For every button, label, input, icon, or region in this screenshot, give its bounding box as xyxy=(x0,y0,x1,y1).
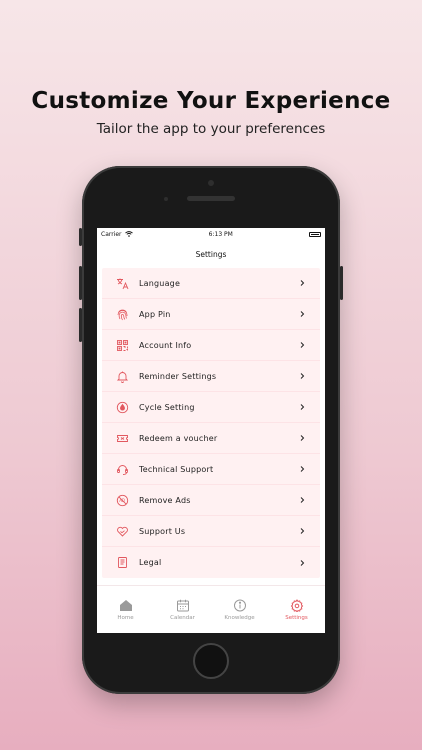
document-icon xyxy=(116,556,129,569)
settings-item-label: Support Us xyxy=(139,526,186,536)
volume-up-button xyxy=(79,266,82,300)
home-icon xyxy=(119,599,132,611)
qr-code-icon xyxy=(116,339,129,352)
headset-icon xyxy=(116,463,129,476)
status-bar: Carrier 6:13 PM xyxy=(97,228,325,240)
heart-hand-icon xyxy=(116,525,129,538)
ticket-icon xyxy=(116,432,129,445)
gear-icon xyxy=(290,598,303,612)
settings-list: Language App Pin Account Info Reminder S… xyxy=(102,268,320,578)
settings-item-label: App Pin xyxy=(139,309,171,319)
power-button xyxy=(340,266,343,300)
chevron-right-icon xyxy=(300,466,305,472)
front-camera xyxy=(208,180,214,186)
proximity-sensor xyxy=(164,197,168,201)
wifi-icon xyxy=(124,231,133,237)
subheadline: Tailor the app to your preferences xyxy=(96,121,326,137)
info-icon xyxy=(233,599,246,611)
battery-icon xyxy=(309,231,321,237)
calendar-icon xyxy=(176,599,189,611)
settings-item-label: Language xyxy=(139,278,181,288)
mute-switch xyxy=(79,228,82,246)
settings-item-label: Remove Ads xyxy=(139,495,191,505)
carrier-label: Carrier xyxy=(101,230,122,238)
tab-calendar[interactable]: Calendar xyxy=(158,599,208,621)
tab-bar: Home Calendar Knowledge Settings xyxy=(97,585,325,633)
chevron-right-icon xyxy=(300,435,305,441)
chevron-right-icon xyxy=(300,404,305,410)
chevron-right-icon xyxy=(300,311,305,317)
settings-item-account-info[interactable]: Account Info xyxy=(102,330,320,361)
chevron-right-icon xyxy=(300,528,305,534)
earpiece-speaker xyxy=(187,196,235,201)
chevron-right-icon xyxy=(300,559,305,566)
settings-item-support-us[interactable]: Support Us xyxy=(102,516,320,547)
chevron-right-icon xyxy=(300,497,305,503)
tab-settings[interactable]: Settings xyxy=(272,598,322,621)
settings-item-technical-support[interactable]: Technical Support xyxy=(102,454,320,485)
settings-item-label: Technical Support xyxy=(139,464,214,474)
status-time: 6:13 PM xyxy=(208,230,233,238)
drop-icon xyxy=(116,401,129,414)
tab-label: Knowledge xyxy=(224,614,255,621)
settings-item-reminder-settings[interactable]: Reminder Settings xyxy=(102,361,320,392)
headline: Customize Your Experience xyxy=(31,88,391,114)
chevron-right-icon xyxy=(300,280,305,286)
tab-home[interactable]: Home xyxy=(101,599,151,621)
settings-item-label: Legal xyxy=(139,558,162,567)
settings-item-cycle-setting[interactable]: Cycle Setting xyxy=(102,392,320,423)
tab-knowledge[interactable]: Knowledge xyxy=(215,599,265,621)
settings-item-remove-ads[interactable]: AD Remove Ads xyxy=(102,485,320,516)
settings-item-label: Redeem a voucher xyxy=(139,433,218,443)
volume-down-button xyxy=(79,308,82,342)
bell-icon xyxy=(116,370,129,383)
settings-item-label: Cycle Setting xyxy=(139,402,195,412)
tab-label: Calendar xyxy=(170,614,195,621)
settings-item-redeem-voucher[interactable]: Redeem a voucher xyxy=(102,423,320,454)
tab-label: Settings xyxy=(285,614,308,621)
phone-frame: Carrier 6:13 PM Settings Language App Pi… xyxy=(79,166,343,694)
no-ads-icon: AD xyxy=(116,494,129,507)
home-hardware-button xyxy=(193,643,229,679)
svg-text:AD: AD xyxy=(119,498,125,503)
translate-icon xyxy=(116,277,129,290)
tab-label: Home xyxy=(117,614,134,621)
settings-item-label: Account Info xyxy=(139,340,192,350)
chevron-right-icon xyxy=(300,373,305,379)
fingerprint-icon xyxy=(116,308,129,321)
phone-screen: Carrier 6:13 PM Settings Language App Pi… xyxy=(97,228,325,633)
settings-item-app-pin[interactable]: App Pin xyxy=(102,299,320,330)
chevron-right-icon xyxy=(300,342,305,348)
settings-item-label: Reminder Settings xyxy=(139,371,217,381)
page-title: Settings xyxy=(195,249,227,259)
settings-item-language[interactable]: Language xyxy=(102,268,320,299)
settings-item-legal[interactable]: Legal xyxy=(102,547,320,578)
